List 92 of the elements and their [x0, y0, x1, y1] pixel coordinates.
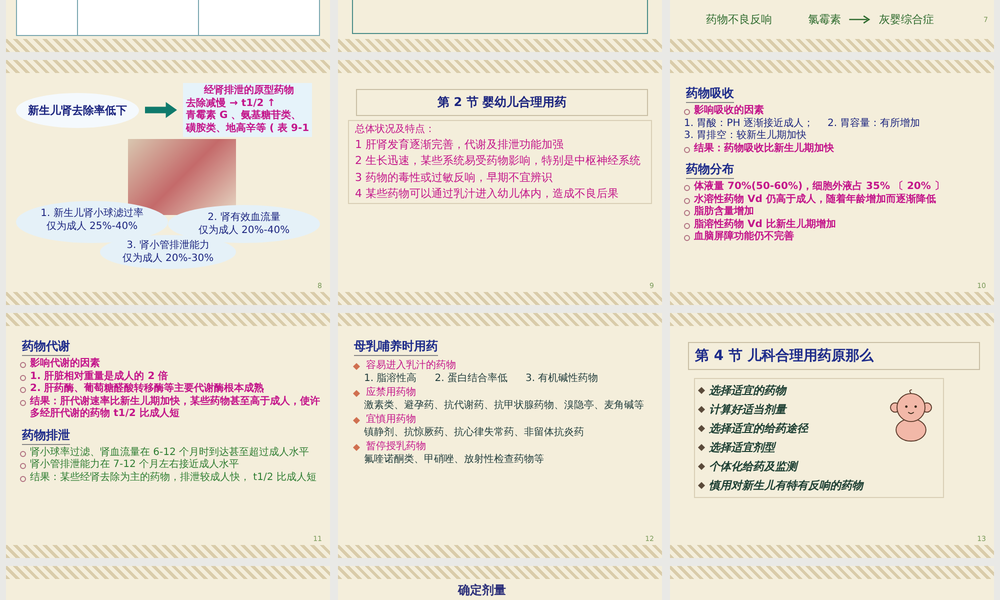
detail-text: 3. 胃排空：较新生儿期加快 — [684, 130, 807, 142]
detail-text: 1. 脂溶性高 — [364, 372, 417, 385]
detail-text: 1. 胃酸：PH 逐渐接近成人； — [684, 118, 814, 130]
bullet-icon — [684, 109, 690, 115]
bullet-icon — [698, 406, 706, 414]
bullet-text: 结果：某些经肾去除为主的药物，排泄较成人快， t1/2 比成人短 — [30, 472, 316, 484]
factor-label: 2. 肾有效血流量 — [206, 211, 282, 224]
bullet-icon — [20, 400, 26, 406]
principle-text: 计算好适当剂量 — [709, 402, 786, 417]
detail-text: 镇静剂、抗惊厥药、抗心律失常药、非留体抗炎药 — [364, 426, 584, 439]
bullet-icon — [698, 462, 706, 470]
slide-thumbnail[interactable]: 确定剂量 — [338, 566, 662, 600]
slide-thumbnail[interactable] — [6, 566, 330, 600]
bullet-icon — [698, 386, 706, 394]
point-text: 1 肝肾发育逐渐完善，代谢及排泄功能加强 — [355, 138, 564, 152]
point-text: 4 某些药物可以通过乳汁进入幼儿体内，造成不良后果 — [355, 186, 620, 202]
slide-title: 确定剂量 — [456, 582, 507, 599]
bullet-icon — [20, 362, 26, 368]
bullet-text: 1. 肝脏相对重量是成人的 2 倍 — [30, 370, 168, 382]
point-text: 3 药物的毒性或过敏反响，早期不宜辨识 — [355, 170, 554, 185]
section-heading: 药物排泄 — [22, 426, 70, 444]
bullet-icon — [698, 424, 706, 432]
detail-text: 3. 有机碱性药物 — [525, 372, 598, 385]
callout-line: 去除减慢 → t1/2 ↑ — [186, 98, 277, 110]
bullet-icon — [684, 210, 690, 216]
bullet-icon — [698, 482, 706, 490]
bullet-icon — [684, 198, 690, 204]
bullet-icon — [684, 235, 690, 241]
slide-thumbnail[interactable] — [338, 0, 662, 52]
intro-text: 总体状况及特点： — [355, 123, 436, 136]
bullet-icon — [20, 463, 26, 469]
factor-value: 仅为成人 20%-30% — [122, 252, 214, 265]
bullet-text: 肾小球率过滤、肾血流量在 6-12 个月时到达甚至超过成人水平 — [30, 446, 310, 458]
principle-text: 慎用对新生儿有特有反响的药物 — [709, 478, 863, 493]
bullet-text: 脂溶性药物 Vd 比新生儿期增加 — [694, 218, 836, 230]
detail-text: 激素类、避孕药、抗代谢药、抗甲状腺药物、溴隐亭、麦角碱等 — [364, 400, 644, 412]
detail-text: 2. 蛋白结合率低 — [434, 372, 508, 385]
factor-label: 3. 肾小管排泄能力 — [126, 239, 210, 252]
diamond-bullet-icon — [352, 362, 360, 370]
callout-line: 磺胺类、地高辛等 ( 表 9-1 — [186, 122, 310, 135]
arrow-icon — [849, 15, 871, 24]
diamond-bullet-icon — [352, 416, 360, 424]
bullet-text: 宜慎用药物 — [366, 414, 416, 426]
diamond-bullet-icon — [352, 390, 360, 398]
slide-thumbnail[interactable] — [6, 0, 330, 52]
section-heading: 母乳哺养时用药 — [354, 338, 438, 356]
syndrome-label: 灰婴综合症 — [879, 12, 934, 27]
bullet-text: 血脑屏障功能仍不完善 — [694, 231, 794, 244]
bullet-text: 应禁用药物 — [366, 387, 416, 400]
bullet-text: 结果：药物吸收比新生儿期加快 — [694, 142, 834, 155]
bullet-text: 暂停授乳药物 — [366, 441, 426, 454]
bullet-text: 影响代谢的因素 — [30, 358, 100, 370]
diamond-bullet-icon — [352, 444, 360, 452]
bullet-text: 体液量 70%(50-60%)，细胞外液占 35% 〔 20% 〕 — [694, 181, 944, 193]
section-heading: 药物分布 — [686, 161, 734, 179]
callout-line: 青霉素 G 、氨基糖苷类、 — [186, 110, 302, 122]
slide-thumbnail[interactable] — [6, 313, 330, 558]
principle-text: 选择适宜的药物 — [709, 383, 786, 398]
principle-text: 个体化给药及监测 — [709, 459, 797, 474]
detail-text: 氟喹诺酮类、甲硝唑、放射性检查药物等 — [364, 454, 544, 466]
factor-label: 1. 新生儿肾小球滤过率 — [40, 207, 144, 220]
bullet-icon — [698, 444, 706, 452]
slide-title: 第 2 节 婴幼儿合理用药 — [356, 89, 648, 116]
bullet-text: 脂肪含量增加 — [694, 206, 754, 218]
bullet-icon — [20, 374, 26, 380]
factor-value: 仅为成人 20%-40% — [197, 224, 291, 237]
detail-text: 2. 胃容量：有所增加 — [827, 118, 920, 130]
bullet-icon — [20, 387, 26, 393]
section-heading: 药物代谢 — [22, 338, 70, 356]
bullet-icon — [684, 146, 690, 152]
bullet-icon — [684, 185, 690, 191]
callout-line: 经肾排泄的原型药物 — [202, 85, 295, 98]
bullet-icon — [20, 476, 26, 482]
point-text: 2 生长迅速，某些系统易受药物影响，特别是中枢神经系统 — [355, 154, 642, 169]
principle-text: 选择适宜剂型 — [709, 440, 775, 455]
bullet-text: 水溶性药物 Vd 仍高于成人，随着年龄增加而逐渐降低 — [694, 194, 936, 206]
bullet-text: 肾小管排泄能力在 7-12 个月左右接近成人水平 — [30, 459, 240, 472]
section-heading: 药物吸收 — [686, 85, 734, 103]
drug-label: 氯霉素 — [808, 12, 841, 27]
factor-value: 仅为成人 25%-40% — [45, 220, 139, 233]
bullet-text: 结果：肝代谢速率比新生儿期加快，某些药物甚至高于成人，使许多经肝代谢的药物 t1/2 比成人短 — [30, 396, 320, 420]
slide-title: 第 4 节 儿科合理用药原那么 — [688, 342, 980, 370]
principle-text: 选择适宜的给药途径 — [709, 421, 808, 436]
bullet-text: 影响吸收的因素 — [694, 105, 764, 118]
bullet-text: 容易进入乳汁的药物 — [366, 360, 456, 372]
lead-oval: 新生儿肾去除率低下 — [16, 92, 139, 128]
arrow-icon — [143, 102, 179, 118]
bullet-icon — [684, 222, 690, 228]
reaction-label: 药物不良反响 — [706, 12, 772, 27]
slide-thumbnail[interactable] — [670, 566, 994, 600]
bullet-icon — [20, 450, 26, 456]
bullet-text: 2. 肝药酶、葡萄糖醛酸转移酶等主要代谢酶根本成熟 — [30, 383, 264, 395]
